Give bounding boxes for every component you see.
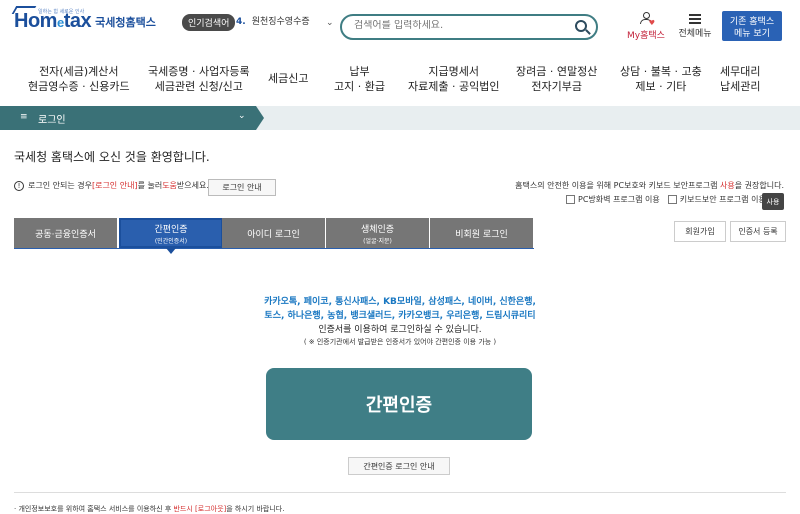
provider-description: 인증서를 이용하여 로그인하실 수 있습니다.	[318, 325, 482, 335]
search-input[interactable]	[354, 20, 574, 31]
nav-line2: 납세관리	[720, 80, 761, 93]
recommend-text-1: 홈택스의 안전한 이용을 위해 PC보호와 키보드 보안프로그램	[515, 181, 721, 190]
nav-payment-statement[interactable]: 지급명세서자료제출 · 공익법인	[408, 64, 499, 94]
keyboard-security-label: 키보드보안 프로그램 이용	[679, 195, 766, 204]
menu-icon: ≡	[20, 112, 28, 122]
tab-guest-login[interactable]: 비회원 로그인	[430, 218, 534, 248]
breadcrumb-bar: ≡ 로그인 ⌄	[0, 106, 800, 130]
nav-line1: 세무대리	[720, 65, 761, 78]
use-program-button[interactable]: 사용	[762, 193, 784, 210]
nav-line2: 현금영수증 · 신용카드	[28, 80, 130, 93]
nav-line1: 장려금 · 연말정산	[516, 65, 598, 78]
header: 일하는 힘 세로운 인사 Hometax 국세청홈택스 인기검색어 4. 원천징수…	[0, 0, 800, 50]
tab-label: 비회원 로그인	[455, 229, 508, 240]
tab-simple-auth[interactable]: 간편인증 (민간인증서)	[119, 218, 223, 248]
tab-id-login[interactable]: 아이디 로그인	[222, 218, 326, 248]
nav-consult[interactable]: 상담 · 불복 · 고충제보 · 기타	[620, 64, 702, 94]
old-menu-line1: 기존 홈택스	[729, 16, 775, 27]
breadcrumb-label: 로그인	[38, 115, 66, 126]
tab-label: 아이디 로그인	[247, 229, 300, 240]
recommend-text-2: 을 권장합니다.	[734, 181, 784, 190]
notice-text-2: 를 눌러	[137, 181, 163, 190]
join-button[interactable]: 회원가입	[674, 221, 726, 242]
recommend-use: 사용	[720, 181, 735, 190]
breadcrumb-arrow	[256, 106, 264, 130]
nav-tax-agent[interactable]: 세무대리납세관리	[720, 64, 760, 94]
simple-auth-button[interactable]: 간편인증	[266, 368, 532, 440]
login-notice: ! 로그인 안되는 경우 [로그인 안내] 를 눌러 도움 받으세요.	[14, 180, 209, 191]
old-menu-line2: 메뉴 보기	[734, 28, 770, 39]
keyboard-security-checkbox[interactable]	[667, 195, 677, 204]
breadcrumb[interactable]: ≡ 로그인 ⌄	[0, 106, 256, 130]
popular-item[interactable]: 4. 원천징수영수증	[236, 14, 310, 27]
cert-register-button[interactable]: 인증서 등록	[730, 221, 786, 242]
nav-line1: 상담 · 불복 · 고충	[620, 65, 702, 78]
pc-firewall-label: PC방화벽 프로그램 이용	[578, 195, 660, 204]
logout-notice: · 개인정보보호를 위하여 홈택스 서비스를 이용하신 후 반드시 [로그아웃]…	[14, 504, 284, 514]
popular-keyword: 원천징수영수증	[251, 17, 310, 27]
nav-line1: 납부	[349, 65, 370, 78]
pc-firewall-checkbox[interactable]	[566, 195, 575, 204]
popular-search[interactable]: 인기검색어 4. 원천징수영수증 ⌄	[182, 14, 334, 31]
all-menu-button[interactable]: 전체메뉴	[674, 12, 716, 39]
nav-e-invoice[interactable]: 전자(세금)계산서현금영수증 · 신용카드	[28, 64, 130, 94]
my-hometax-label: My홈택스	[627, 31, 665, 41]
search-box	[340, 14, 598, 40]
hamburger-icon	[689, 14, 701, 24]
nav-certificate[interactable]: 국세증명 · 사업자등록세금관련 신청/신고	[148, 64, 250, 94]
tab-biometric[interactable]: 생체인증 (얼굴·지문)	[326, 218, 430, 248]
nav-line2: 자료제출 · 공익법인	[408, 80, 500, 93]
info-icon: !	[14, 180, 24, 191]
user-heart-icon: ♥	[639, 12, 655, 27]
all-menu-label: 전체메뉴	[678, 29, 712, 39]
notice-text-3: 받으세요.	[176, 181, 209, 190]
nav-incentive[interactable]: 장려금 · 연말정산전자기부금	[516, 64, 597, 94]
popular-badge: 인기검색어	[182, 14, 236, 31]
nav-line2: 제보 · 기타	[635, 80, 687, 93]
logo-brand-e: e	[56, 15, 64, 30]
nav-line1: 국세증명 · 사업자등록	[148, 65, 250, 78]
tab-joint-certificate[interactable]: 공동·금융인증서	[14, 218, 118, 248]
divider	[14, 492, 786, 493]
main-nav: 전자(세금)계산서현금영수증 · 신용카드 국세증명 · 사업자등록세금관련 신…	[0, 50, 800, 106]
hometax-logo[interactable]: 일하는 힘 세로운 인사 Hometax 국세청홈택스	[11, 6, 156, 33]
popular-rank: 4.	[236, 17, 246, 27]
nav-line2: 전자기부금	[531, 80, 582, 93]
tab-label: 생체인증	[360, 224, 395, 235]
footer-text-2: 을 하시기 바랍니다.	[226, 505, 285, 513]
logo-slogan: 일하는 힘 세로운 인사	[38, 9, 85, 15]
provider-list-2: 토스, 하나은행, 농협, 뱅크샐러드, 카카오뱅크, 우리은행, 드림시큐리티	[264, 311, 536, 321]
logo-brand-kr: 국세청홈택스	[95, 15, 156, 29]
footer-highlight: 반드시 [로그아웃]	[173, 505, 227, 513]
provider-note: ( ※ 인증기관에서 발급받은 인증서가 있어야 간편인증 이용 가능 )	[303, 338, 497, 346]
active-tab-pointer	[166, 248, 176, 254]
my-hometax-button[interactable]: ♥ My홈택스	[624, 12, 668, 41]
login-guide-link[interactable]: [로그인 안내]	[92, 180, 138, 191]
provider-list-1: 카카오톡, 페이코, 통신사패스, KB모바일, 삼성패스, 네이버, 신한은행…	[264, 297, 536, 307]
simple-auth-guide-button[interactable]: 간편인증 로그인 안내	[348, 457, 450, 475]
nav-tax-report[interactable]: 세금신고	[268, 71, 308, 86]
nav-line2: 고지 · 환급	[334, 80, 385, 93]
nav-line1: 전자(세금)계산서	[39, 65, 119, 78]
security-recommend: 홈택스의 안전한 이용을 위해 PC보호와 키보드 보안프로그램 사용을 권장합…	[515, 180, 784, 191]
footer-text-1: · 개인정보보호를 위하여 홈택스 서비스를 이용하신 후	[14, 505, 174, 513]
notice-text-1: 로그인 안되는 경우	[28, 181, 92, 190]
tab-sublabel: (민간인증서)	[154, 237, 188, 245]
login-guide-button[interactable]: 로그인 안내	[208, 179, 276, 196]
program-options: PC방화벽 프로그램 이용 키보드보안 프로그램 이용	[566, 194, 766, 205]
chevron-down-icon[interactable]: ⌄	[238, 111, 246, 121]
nav-line2: 세금관련 신청/신고	[154, 80, 243, 93]
page-title: 국세청 홈택스에 오신 것을 환영합니다.	[14, 150, 210, 164]
nav-line1: 세금신고	[268, 72, 309, 85]
search-icon[interactable]	[575, 20, 587, 32]
chevron-down-icon[interactable]: ⌄	[326, 18, 334, 28]
nav-payment[interactable]: 납부고지 · 환급	[334, 64, 385, 94]
tab-sublabel: (얼굴·지문)	[363, 237, 392, 245]
tab-label: 공동·금융인증서	[35, 229, 96, 240]
nav-line1: 지급명세서	[428, 65, 480, 78]
tab-label: 간편인증	[154, 224, 188, 235]
old-menu-button[interactable]: 기존 홈택스 메뉴 보기	[722, 11, 782, 41]
tab-underline	[14, 248, 534, 249]
help-text: 도움	[162, 181, 177, 190]
